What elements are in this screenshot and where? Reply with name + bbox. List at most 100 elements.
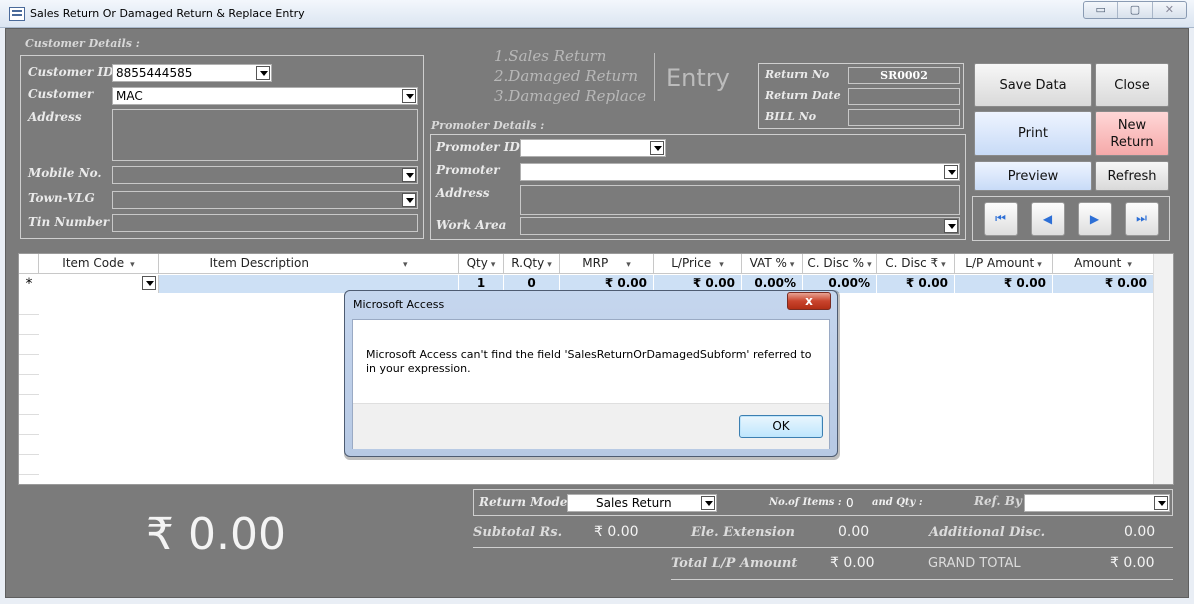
entry-types: 1.Sales Return 2.Damaged Return 3.Damage… [486,46,646,106]
skip-last-icon: ⏭ [1136,211,1147,225]
chevron-down-icon[interactable] [402,168,416,182]
return-date-field[interactable] [848,88,960,105]
subtotal-value: ₹ 0.00 [594,524,639,540]
close-window-button[interactable]: ✕ [1153,2,1186,18]
column-header-amount[interactable]: Amount ▾ [1053,254,1154,274]
sort-arrow-icon: ▾ [719,260,724,270]
sort-arrow-icon: ▾ [941,260,946,270]
tin-field[interactable] [112,214,418,232]
separator-line [671,579,1173,580]
row-line [19,434,39,435]
chevron-down-icon[interactable] [944,219,958,233]
promoter-id-label: Promoter ID [436,140,520,154]
sort-arrow-icon: ▾ [789,260,795,270]
total-lp-value: ₹ 0.00 [830,555,875,571]
column-header-vat[interactable]: VAT % ▾ [742,254,803,274]
chevron-down-icon[interactable] [402,193,416,207]
dialog-footer: OK [353,403,829,449]
return-no-label: Return No [765,68,830,81]
dialog-body: Microsoft Access can't find the field 'S… [352,319,830,449]
next-record-button[interactable]: ▶ [1077,201,1112,236]
entry-type-1: 1.Sales Return [494,47,607,65]
customer-section-label: Customer Details : [25,37,140,50]
new-return-button[interactable]: New Return [1095,111,1169,156]
chevron-down-icon[interactable] [944,165,958,179]
row-line [19,374,39,375]
title-bar: Sales Return Or Damaged Return & Replace… [0,0,1194,28]
item-code-cell[interactable] [39,275,159,293]
promoter-address-field[interactable] [520,185,960,215]
work-area-field[interactable] [520,217,960,235]
column-header-lp-amount[interactable]: L/P Amount ▾ [955,254,1053,274]
return-mode-field[interactable]: Sales Return [567,494,717,512]
chevron-down-icon[interactable] [256,66,270,80]
customer-name-field[interactable]: MAC [112,87,418,105]
first-record-button[interactable]: ⏮ [983,201,1018,236]
ok-button[interactable]: OK [739,415,823,438]
subtotal-label: Subtotal Rs. [473,525,563,540]
save-data-button[interactable]: Save Data [974,63,1092,107]
promoter-id-field[interactable] [520,139,666,157]
dialog-message: Microsoft Access can't find the field 'S… [366,348,812,375]
ref-by-field[interactable] [1024,494,1170,512]
column-header-qty[interactable]: Qty ▾ [459,254,504,274]
new-record-marker: * [25,276,33,292]
row-line [19,314,39,315]
sort-arrow-icon: ▾ [547,260,552,270]
qty-label: and Qty : [872,497,923,508]
column-header-lprice[interactable]: L/Price ▾ [654,254,742,274]
skip-first-icon: ⏮ [995,211,1006,225]
column-header-cdisc-amt[interactable]: C. Disc ₹ ▾ [877,254,955,274]
print-button[interactable]: Print [974,111,1092,156]
promoter-address-label: Address [436,186,490,200]
address-label: Address [28,110,82,124]
chevron-down-icon[interactable] [701,496,715,510]
row-selector-header [19,254,39,274]
chevron-down-icon[interactable] [142,276,156,290]
promoter-name-field[interactable] [520,163,960,181]
divider [654,53,655,101]
ref-by-label: Ref. By [974,494,1022,508]
big-total-amount: ₹ 0.00 [146,509,286,560]
customer-id-field[interactable]: 8855444585 [112,64,272,82]
grand-total-label: GRAND TOTAL [928,556,1021,571]
column-header-cdisc-pct[interactable]: C. Disc % ▾ [803,254,877,274]
previous-record-button[interactable]: ◀ [1030,201,1065,236]
column-header-rqty[interactable]: R.Qty ▾ [504,254,560,274]
town-field[interactable] [112,191,418,209]
previous-icon: ◀ [1042,211,1053,226]
sort-arrow-icon: ▾ [402,260,408,270]
chevron-down-icon[interactable] [402,89,416,103]
lp-amount-cell[interactable]: ₹ 0.00 [955,275,1053,293]
mobile-label: Mobile No. [28,166,102,180]
sort-arrow-icon: ▾ [626,260,631,270]
dialog-close-button[interactable]: x [787,292,831,310]
chevron-down-icon[interactable] [650,141,664,155]
column-header-item-description[interactable]: Item Description ▾ [159,254,459,274]
entry-type-2: 2.Damaged Return [494,67,638,85]
sort-arrow-icon: ▾ [1127,260,1132,270]
minimize-button[interactable]: ▭ [1084,2,1119,18]
mobile-field[interactable] [112,166,418,184]
column-header-mrp[interactable]: MRP ▾ [560,254,654,274]
address-field[interactable] [112,109,418,161]
refresh-button[interactable]: Refresh [1095,161,1169,191]
separator-line [473,547,1173,548]
next-icon: ▶ [1089,211,1100,226]
vertical-scrollbar[interactable] [1153,254,1173,484]
chevron-down-icon[interactable] [1154,496,1168,510]
sort-arrow-icon: ▾ [490,260,496,270]
promoter-section-label: Promoter Details : [431,119,545,132]
ele-extension-value: 0.00 [838,524,870,540]
close-button[interactable]: Close [1095,63,1169,107]
amount-cell[interactable]: ₹ 0.00 [1053,275,1154,293]
preview-button[interactable]: Preview [974,161,1092,191]
return-no-field[interactable]: SR0002 [848,67,960,84]
bill-no-field[interactable] [848,109,960,126]
cdisc-amt-cell[interactable]: ₹ 0.00 [877,275,955,293]
column-header-item-code[interactable]: Item Code ▾ [39,254,159,274]
maximize-button[interactable]: ▢ [1118,2,1153,18]
work-area-label: Work Area [436,218,507,232]
row-line [19,474,39,475]
last-record-button[interactable]: ⏭ [1124,201,1159,236]
